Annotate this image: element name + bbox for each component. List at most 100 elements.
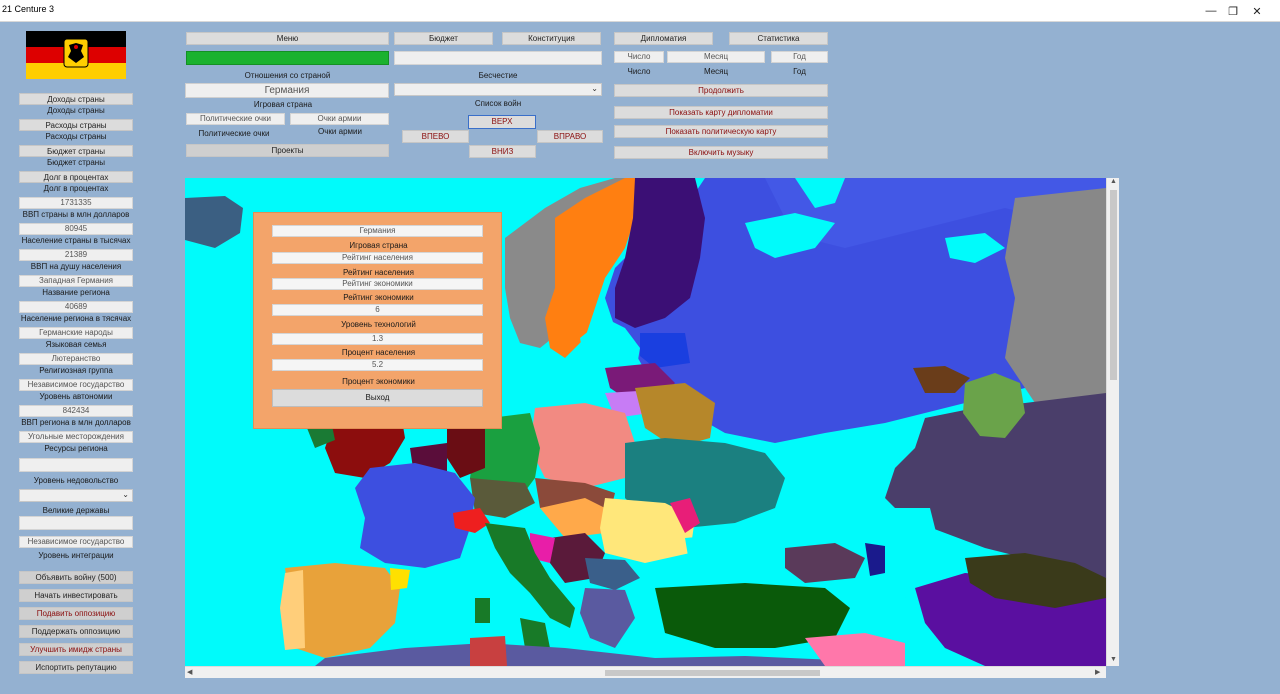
vertical-scroll-thumb[interactable]: [1110, 190, 1117, 380]
left-field-24: 842434: [19, 405, 133, 417]
left-label-9: ВВП страны в млн долларов: [22, 210, 130, 219]
map-vertical-scrollbar[interactable]: ▲ ▼: [1106, 178, 1119, 666]
powers-label: Великие державы: [42, 506, 110, 515]
month-label: Месяц: [703, 67, 729, 76]
resources-field: [19, 458, 133, 472]
projects-button[interactable]: Проекты: [186, 144, 389, 157]
popup-econ-rating-value: 6: [272, 304, 483, 316]
popup-tech-value: 1.3: [272, 333, 483, 345]
left-button-2[interactable]: Расходы страны: [19, 119, 133, 131]
year-field: Год: [771, 51, 828, 63]
country-field: Германия: [185, 83, 389, 98]
year-label: Год: [793, 67, 806, 76]
left-label-25: ВВП региона в млн долларов: [21, 418, 131, 427]
popup-playing-country: Игровая страна: [349, 241, 408, 250]
left-label-13: ВВП на душу населения: [30, 262, 122, 271]
action-button-2[interactable]: Подавить оппозицию: [19, 607, 133, 620]
left-button-4[interactable]: Бюджет страны: [19, 145, 133, 157]
left-label-11: Население страны в тысячах: [21, 236, 131, 245]
left-label-23: Уровень автономии: [39, 392, 113, 401]
right-button[interactable]: ВПРАВО: [537, 130, 603, 143]
left-field-12: 21389: [19, 249, 133, 261]
chevron-down-icon: ⌄: [591, 84, 598, 93]
scroll-up-icon[interactable]: ▲: [1110, 178, 1117, 185]
popup-pop-rating-label: Рейтинг населения: [343, 268, 414, 277]
integration-label: Уровень интеграции: [38, 551, 114, 560]
month-field: Месяц: [667, 51, 765, 63]
war-select[interactable]: ⌄: [394, 83, 602, 96]
left-field-10: 80945: [19, 223, 133, 235]
left-label-15: Название региона: [42, 288, 110, 297]
left-label-21: Религиозная группа: [39, 366, 113, 375]
map-horizontal-scrollbar[interactable]: ◀ ▶: [185, 666, 1106, 678]
left-field-20: Лютеранство: [19, 353, 133, 365]
relations-bar: [186, 51, 389, 65]
left-label-27: Ресурсы региона: [44, 444, 108, 453]
integration-field: Независимое государство: [19, 536, 133, 548]
popup-econ-rating-label: Рейтинг экономики: [343, 293, 414, 302]
popup-tech-label: Уровень технологий: [341, 320, 416, 329]
action-button-5[interactable]: Испортить репутацию: [19, 661, 133, 674]
left-label-7: Долг в процентах: [43, 184, 109, 193]
country-flag: [26, 31, 126, 79]
popup-pop-pct-value: 5.2: [272, 359, 483, 371]
popup-econ-rating-field: Рейтинг экономики: [272, 278, 483, 290]
left-field-14: Западная Германия: [19, 275, 133, 287]
action-button-3[interactable]: Поддержать оппозицию: [19, 625, 133, 638]
action-button-0[interactable]: Объявить войну (500): [19, 571, 133, 584]
budget-field: [394, 51, 602, 65]
region-poland: [530, 403, 635, 488]
close-icon[interactable]: ✕: [1234, 0, 1280, 22]
popup-country-field: Германия: [272, 225, 483, 237]
scroll-down-icon[interactable]: ▼: [1110, 656, 1117, 663]
dishonor-label: Бесчестие: [478, 71, 518, 80]
diplomacy-map-button[interactable]: Показать карту дипломатии: [614, 106, 828, 119]
left-label-5: Бюджет страны: [47, 158, 105, 167]
constitution-button[interactable]: Конституция: [502, 32, 601, 45]
statistics-button[interactable]: Статистика: [729, 32, 828, 45]
discontent-select[interactable]: ⌄: [19, 489, 133, 502]
left-label-3: Расходы страны: [45, 132, 107, 141]
army-points-field: Очки армии: [290, 113, 389, 125]
left-field-22: Независимое государство: [19, 379, 133, 391]
scroll-right-icon[interactable]: ▶: [1095, 668, 1100, 676]
popup-econ-pct-label: Процент экономики: [342, 377, 415, 386]
playing-country-label: Игровая страна: [253, 100, 313, 109]
menu-button[interactable]: Меню: [186, 32, 389, 45]
left-label-19: Языковая семья: [45, 340, 107, 349]
down-button[interactable]: ВНИЗ: [469, 145, 536, 158]
popup-exit-button[interactable]: Выход: [272, 389, 483, 407]
war-list-label: Список войн: [474, 99, 522, 108]
left-field-16: 40689: [19, 301, 133, 313]
continue-button[interactable]: Продолжить: [614, 84, 828, 97]
left-button-0[interactable]: Доходы страны: [19, 93, 133, 105]
music-button[interactable]: Включить музыку: [614, 146, 828, 159]
discontent-label: Уровень недовольство: [33, 476, 119, 485]
left-field-8: 1731335: [19, 197, 133, 209]
political-points-field: Политические очки: [186, 113, 285, 125]
left-button-6[interactable]: Долг в процентах: [19, 171, 133, 183]
action-button-4[interactable]: Улучшить имидж страны: [19, 643, 133, 656]
window-title: 21 Centure 3: [2, 4, 55, 14]
powers-field: [19, 516, 133, 530]
budget-button[interactable]: Бюджет: [394, 32, 493, 45]
army-points-label: Очки армии: [318, 127, 362, 136]
title-bar: 21 Centure 3 — ❐ ✕: [0, 0, 1280, 22]
scroll-left-icon[interactable]: ◀: [187, 668, 192, 676]
popup-pop-pct-label: Процент населения: [341, 348, 416, 357]
left-label-17: Население региона в тясячах: [20, 314, 132, 323]
country-info-popup: Германия Игровая страна Рейтинг населени…: [253, 212, 502, 429]
left-field-18: Германские народы: [19, 327, 133, 339]
left-field-26: Угольные месторождения: [19, 431, 133, 443]
chevron-down-icon: ⌄: [122, 490, 129, 499]
diplomacy-button[interactable]: Дипломатия: [614, 32, 713, 45]
horizontal-scroll-thumb[interactable]: [605, 670, 820, 676]
day-field: Число: [614, 51, 664, 63]
action-button-1[interactable]: Начать инвестировать: [19, 589, 133, 602]
political-map-button[interactable]: Показать политическую карту: [614, 125, 828, 138]
left-button[interactable]: ВПЕВО: [402, 130, 469, 143]
relations-label: Отношения со страной: [244, 71, 331, 80]
day-label: Число: [627, 67, 651, 76]
left-label-1: Доходы страны: [47, 106, 105, 115]
up-button[interactable]: ВЕРХ: [468, 115, 536, 129]
